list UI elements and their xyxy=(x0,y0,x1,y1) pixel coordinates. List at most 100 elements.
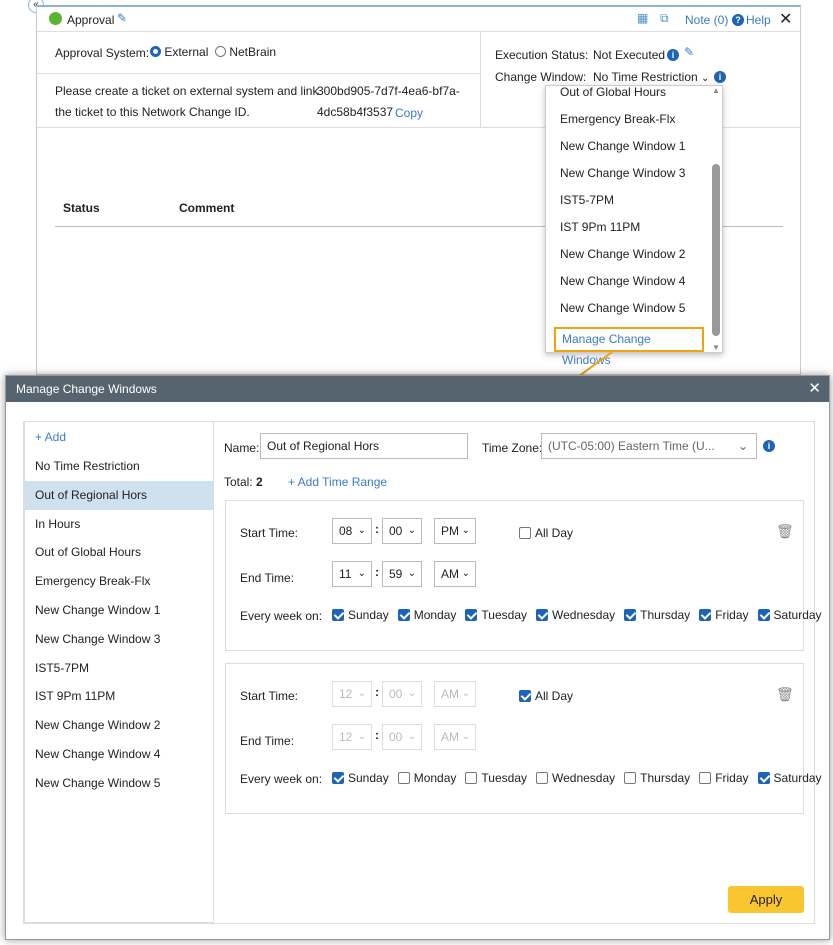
execution-status-label: Execution Status: xyxy=(495,48,589,62)
end-value: AM xyxy=(441,730,459,744)
change-window-item[interactable]: In Hours xyxy=(25,510,213,539)
name-input[interactable]: Out of Regional Hors xyxy=(260,433,468,459)
start-time-label: Start Time: xyxy=(240,526,299,540)
dropdown-item[interactable]: New Change Window 1 xyxy=(546,133,708,160)
dropdown-item[interactable]: IST5-7PM xyxy=(546,187,708,214)
all-day-label: All Day xyxy=(535,689,574,703)
day-checkbox-thursday[interactable]: Thursday xyxy=(624,771,690,785)
info-icon[interactable]: i xyxy=(763,440,775,452)
day-checkbox-friday[interactable]: Friday xyxy=(699,771,749,785)
add-time-range-link[interactable]: + Add Time Range xyxy=(288,475,387,489)
dropdown-item[interactable]: IST 9Pm 11PM xyxy=(546,214,708,241)
help-link[interactable]: Help xyxy=(746,13,771,27)
day-checkbox-wednesday[interactable]: Wednesday xyxy=(536,608,615,622)
all-day-checkbox[interactable]: All Day xyxy=(519,526,573,540)
end-minute-select[interactable]: 00 ⌄ xyxy=(382,724,422,750)
radio-external[interactable]: External xyxy=(150,45,208,59)
copy-link[interactable]: Copy xyxy=(395,106,423,120)
change-window-item[interactable]: New Change Window 1 xyxy=(25,596,213,625)
dropdown-item[interactable]: New Change Window 2 xyxy=(546,241,708,268)
trash-icon[interactable]: 🗑 xyxy=(776,686,794,703)
day-checkbox-monday[interactable]: Monday xyxy=(397,608,456,622)
change-window-item[interactable]: IST5-7PM xyxy=(25,654,213,683)
change-window-item[interactable]: IST 9Pm 11PM xyxy=(25,682,213,711)
time-colon: : xyxy=(375,685,379,699)
start-minute-select[interactable]: 00 ⌄ xyxy=(382,681,422,707)
close-icon[interactable]: ✕ xyxy=(808,376,821,402)
checkbox-icon xyxy=(536,772,548,784)
dropdown-item[interactable]: New Change Window 5 xyxy=(546,295,708,322)
end-ampm-select[interactable]: AM ⌄ xyxy=(434,724,476,750)
report-icon[interactable]: ▦ xyxy=(637,11,648,25)
close-icon[interactable]: ✕ xyxy=(779,9,792,29)
chevron-down-icon: ⌄ xyxy=(461,731,470,742)
info-icon[interactable]: i xyxy=(667,49,679,61)
scrollbar[interactable]: ▲ ▼ xyxy=(710,86,722,352)
day-checkbox-thursday[interactable]: Thursday xyxy=(624,608,690,622)
start-hour-select[interactable]: 08 ⌄ xyxy=(332,518,372,544)
share-icon[interactable]: ⧉ xyxy=(660,11,669,26)
change-window-item[interactable]: New Change Window 5 xyxy=(25,769,213,798)
all-day-label: All Day xyxy=(535,526,574,540)
day-checkbox-wednesday[interactable]: Wednesday xyxy=(536,771,615,785)
day-label: Friday xyxy=(715,771,749,785)
dropdown-item[interactable]: Out of Global Hours xyxy=(546,79,708,106)
change-window-item[interactable]: Out of Global Hours xyxy=(25,538,213,567)
edit-icon[interactable]: ✎ xyxy=(684,45,694,59)
change-window-item[interactable]: New Change Window 2 xyxy=(25,711,213,740)
all-day-checkbox[interactable]: All Day xyxy=(519,689,573,703)
chevron-down-icon: ⌄ xyxy=(357,731,366,742)
edit-icon[interactable]: ✎ xyxy=(117,11,127,25)
manage-change-windows-link[interactable]: Manage Change Windows xyxy=(554,327,704,367)
note-link[interactable]: Note (0) xyxy=(685,13,728,27)
day-label: Tuesday xyxy=(481,771,527,785)
day-checkbox-tuesday[interactable]: Tuesday xyxy=(465,771,527,785)
add-button[interactable]: + Add xyxy=(25,422,213,452)
day-checkbox-monday[interactable]: Monday xyxy=(397,771,456,785)
time-range-card: Start Time: End Time: Every week on: 08 ⌄ 00 ⌄… xyxy=(225,500,822,651)
checkbox-icon xyxy=(397,609,410,621)
dropdown-item[interactable]: New Change Window 3 xyxy=(546,160,708,187)
checkbox-icon xyxy=(465,772,478,784)
help-icon[interactable]: ? xyxy=(732,14,744,26)
checkbox-icon xyxy=(536,609,548,621)
start-ampm-select[interactable]: AM ⌄ xyxy=(434,681,476,707)
day-checkbox-sunday[interactable]: Sunday xyxy=(332,771,389,785)
change-window-item[interactable]: No Time Restriction xyxy=(25,452,213,481)
info-icon[interactable]: i xyxy=(714,71,726,83)
col-status: Status xyxy=(63,201,100,215)
end-hour-select[interactable]: 12 ⌄ xyxy=(332,724,372,750)
day-checkbox-friday[interactable]: Friday xyxy=(699,608,749,622)
checkbox-icon xyxy=(465,609,478,621)
day-checkbox-tuesday[interactable]: Tuesday xyxy=(465,608,527,622)
change-window-item[interactable]: Out of Regional Hors xyxy=(25,480,213,510)
timezone-select[interactable]: (UTC-05:00) Eastern Time (U... ⌄ xyxy=(541,433,757,459)
apply-button[interactable]: Apply xyxy=(728,886,804,913)
change-window-item[interactable]: New Change Window 4 xyxy=(25,740,213,769)
dropdown-item[interactable]: New Change Window 4 xyxy=(546,268,708,295)
start-minute-select[interactable]: 00 ⌄ xyxy=(382,518,422,544)
day-label: Sunday xyxy=(348,608,389,622)
change-window-item[interactable]: Emergency Break-Flx xyxy=(25,567,213,596)
day-checkbox-sunday[interactable]: Sunday xyxy=(332,608,389,622)
dropdown-item[interactable]: Emergency Break-Flx xyxy=(546,106,708,133)
trash-icon[interactable]: 🗑 xyxy=(776,523,794,540)
day-label: Thursday xyxy=(640,771,691,785)
day-label: Tuesday xyxy=(481,608,527,622)
start-value: 00 xyxy=(389,687,403,701)
end-minute-select[interactable]: 59 ⌄ xyxy=(382,561,422,587)
radio-netbrain[interactable]: NetBrain xyxy=(215,45,276,59)
start-ampm-select[interactable]: PM ⌄ xyxy=(434,518,476,544)
checkbox-icon xyxy=(332,772,344,784)
total-count: 2 xyxy=(256,475,263,489)
approval-system-label: Approval System: xyxy=(55,46,150,60)
start-hour-select[interactable]: 12 ⌄ xyxy=(332,681,372,707)
change-window-item[interactable]: New Change Window 3 xyxy=(25,625,213,654)
day-label: Sunday xyxy=(348,771,389,785)
chevron-down-icon: ⌄ xyxy=(461,568,470,579)
day-checkbox-saturday[interactable]: Saturday xyxy=(757,608,822,622)
end-ampm-select[interactable]: AM ⌄ xyxy=(434,561,476,587)
end-hour-select[interactable]: 11 ⌄ xyxy=(332,561,372,587)
day-checkbox-saturday[interactable]: Saturday xyxy=(757,771,822,785)
chevron-down-icon: ⌄ xyxy=(407,688,416,699)
